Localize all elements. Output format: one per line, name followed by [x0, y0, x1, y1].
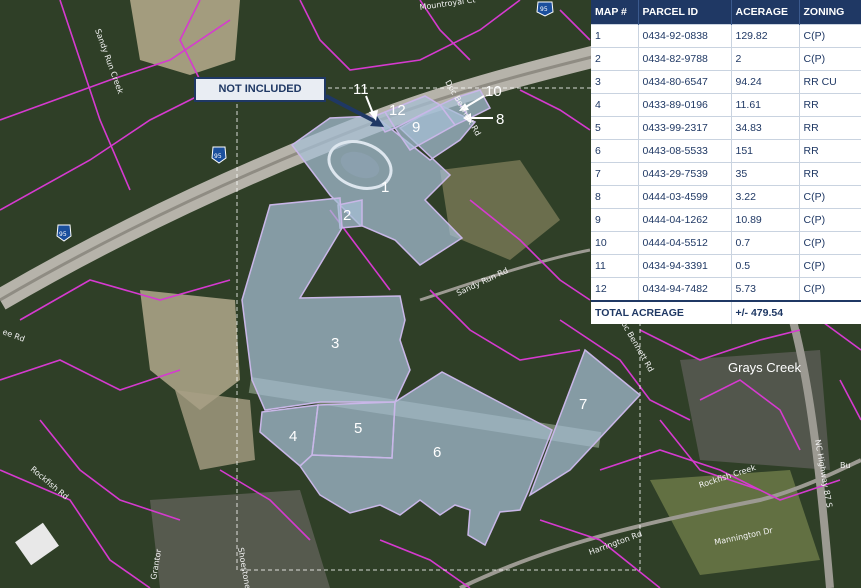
col-header-zoning: ZONING	[799, 0, 861, 25]
parcel-label-7: 7	[579, 396, 587, 413]
parcel-label-6: 6	[433, 444, 441, 461]
cell-map-number: 8	[591, 185, 639, 209]
cell-acreage: 151	[731, 139, 800, 163]
cell-parcel-id: 0433-99-2317	[638, 116, 732, 140]
table-row: 8 0444-03-4599 3.22 C(P)	[591, 185, 861, 209]
cell-parcel-id: 0443-29-7539	[638, 162, 732, 186]
cell-acreage: 0.5	[731, 254, 800, 278]
col-header-map-number: MAP #	[591, 0, 639, 25]
cell-acreage: 94.24	[731, 70, 800, 94]
cell-map-number: 9	[591, 208, 639, 232]
svg-text:95: 95	[214, 153, 222, 160]
cell-map-number: 5	[591, 116, 639, 140]
cell-acreage: 129.82	[731, 24, 800, 48]
developed-area	[150, 490, 330, 588]
col-header-parcel-id: PARCEL ID	[638, 0, 732, 25]
cell-acreage: 11.61	[731, 93, 800, 117]
cell-zoning: C(P)	[799, 277, 861, 301]
cell-acreage: 10.89	[731, 208, 800, 232]
cell-zoning: RR CU	[799, 70, 861, 94]
table-row: 7 0443-29-7539 35 RR	[591, 162, 861, 186]
table-row: 9 0444-04-1262 10.89 C(P)	[591, 208, 861, 232]
parcel-label-11: 11	[353, 81, 369, 98]
table-row: 3 0434-80-6547 94.24 RR CU	[591, 70, 861, 94]
cell-parcel-id: 0434-94-3391	[638, 254, 732, 278]
col-header-acreage: ACERAGE	[731, 0, 800, 25]
table-row: 11 0434-94-3391 0.5 C(P)	[591, 254, 861, 278]
cell-map-number: 3	[591, 70, 639, 94]
cell-parcel-id: 0434-82-9788	[638, 47, 732, 71]
table-row: 2 0434-82-9788 2 C(P)	[591, 47, 861, 71]
cell-map-number: 6	[591, 139, 639, 163]
cell-acreage: 3.22	[731, 185, 800, 209]
road-label-bu: Bu	[840, 461, 851, 470]
cell-parcel-id: 0434-92-0838	[638, 24, 732, 48]
cell-zoning: C(P)	[799, 47, 861, 71]
parcel-label-10: 10	[485, 83, 502, 100]
svg-text:95: 95	[540, 6, 548, 13]
place-label-grays-creek: Grays Creek	[728, 360, 801, 375]
cell-zoning: RR	[799, 116, 861, 140]
table-row: 10 0444-04-5512 0.7 C(P)	[591, 231, 861, 255]
cell-acreage: 0.7	[731, 231, 800, 255]
total-label: TOTAL ACREAGE	[591, 300, 732, 324]
cell-map-number: 7	[591, 162, 639, 186]
cell-map-number: 12	[591, 277, 639, 301]
cell-parcel-id: 0434-94-7482	[638, 277, 732, 301]
parcel-label-8: 8	[496, 111, 504, 128]
cell-map-number: 10	[591, 231, 639, 255]
parcel-label-5: 5	[354, 420, 362, 437]
table-row: 6 0443-08-5533 151 RR	[591, 139, 861, 163]
table-row: 1 0434-92-0838 129.82 C(P)	[591, 24, 861, 48]
cell-zoning: C(P)	[799, 185, 861, 209]
cell-map-number: 4	[591, 93, 639, 117]
parcel-label-1: 1	[381, 179, 389, 196]
parcel-label-9: 9	[412, 119, 420, 136]
cell-zoning: C(P)	[799, 231, 861, 255]
cell-map-number: 2	[591, 47, 639, 71]
cell-map-number: 1	[591, 24, 639, 48]
cell-zoning: RR	[799, 93, 861, 117]
cell-parcel-id: 0444-03-4599	[638, 185, 732, 209]
parcel-label-3: 3	[331, 335, 339, 352]
parcel-label-12: 12	[389, 102, 406, 119]
cell-acreage: 34.83	[731, 116, 800, 140]
table-total-row: TOTAL ACREAGE +/- 479.54	[591, 300, 861, 324]
cell-parcel-id: 0433-89-0196	[638, 93, 732, 117]
cell-zoning: C(P)	[799, 208, 861, 232]
cell-zoning: C(P)	[799, 254, 861, 278]
table-row: 5 0433-99-2317 34.83 RR	[591, 116, 861, 140]
table-row: 12 0434-94-7482 5.73 C(P)	[591, 277, 861, 301]
cell-parcel-id: 0444-04-1262	[638, 208, 732, 232]
cell-zoning: RR	[799, 139, 861, 163]
cell-parcel-id: 0434-80-6547	[638, 70, 732, 94]
not-included-callout: NOT INCLUDED	[194, 77, 326, 102]
cell-acreage: 35	[731, 162, 800, 186]
table-header-row: MAP # PARCEL ID ACERAGE ZONING	[591, 0, 861, 25]
table-row: 4 0433-89-0196 11.61 RR	[591, 93, 861, 117]
parcel-label-4: 4	[289, 428, 297, 445]
parcel-table: MAP # PARCEL ID ACERAGE ZONING 1 0434-92-…	[591, 0, 861, 324]
cell-map-number: 11	[591, 254, 639, 278]
cell-zoning: C(P)	[799, 24, 861, 48]
cell-parcel-id: 0443-08-5533	[638, 139, 732, 163]
cell-parcel-id: 0444-04-5512	[638, 231, 732, 255]
cell-acreage: 2	[731, 47, 800, 71]
cell-zoning: RR	[799, 162, 861, 186]
total-value: +/- 479.54	[731, 300, 861, 324]
svg-text:95: 95	[59, 231, 67, 238]
cell-acreage: 5.73	[731, 277, 800, 301]
parcel-label-2: 2	[343, 207, 351, 224]
